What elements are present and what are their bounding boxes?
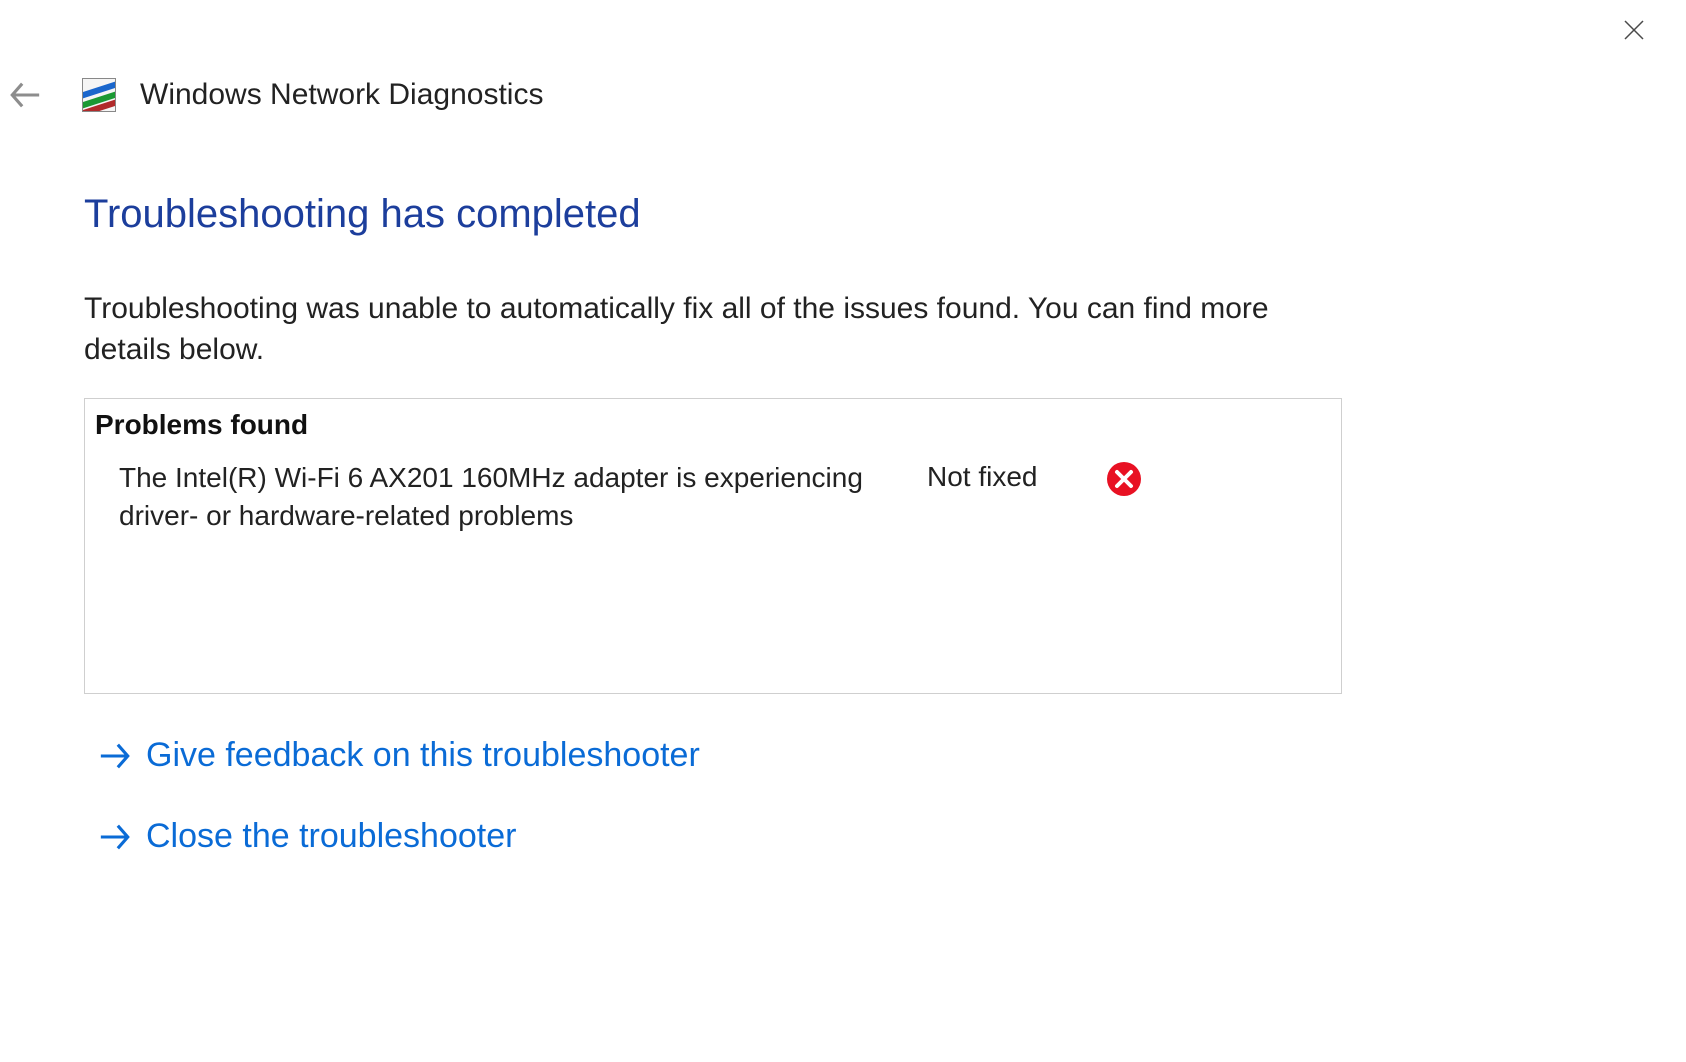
description-text: Troubleshooting was unable to automatica… [84, 289, 1346, 370]
problem-status: Not fixed [927, 459, 1088, 493]
problems-box: Problems found The Intel(R) Wi-Fi 6 AX20… [84, 398, 1342, 694]
arrow-right-icon [98, 739, 132, 773]
close-icon [1622, 18, 1646, 42]
back-button[interactable] [8, 78, 42, 112]
back-arrow-icon [8, 78, 42, 112]
give-feedback-label: Give feedback on this troubleshooter [146, 736, 700, 775]
close-button[interactable] [1622, 18, 1646, 42]
content-area: Troubleshooting has completed Troublesho… [84, 192, 1346, 868]
action-links: Give feedback on this troubleshooter Clo… [84, 724, 1346, 868]
arrow-right-icon [98, 820, 132, 854]
page-title: Troubleshooting has completed [84, 192, 1346, 237]
header: Windows Network Diagnostics [8, 78, 543, 112]
close-troubleshooter-label: Close the troubleshooter [146, 817, 516, 856]
close-troubleshooter-link[interactable]: Close the troubleshooter [84, 805, 1346, 868]
problem-row: The Intel(R) Wi-Fi 6 AX201 160MHz adapte… [85, 449, 1341, 545]
diagnostics-icon [82, 78, 116, 112]
problem-description: The Intel(R) Wi-Fi 6 AX201 160MHz adapte… [119, 459, 909, 535]
window-title: Windows Network Diagnostics [140, 78, 543, 112]
error-icon [1106, 461, 1142, 497]
problems-header: Problems found [85, 409, 1341, 449]
give-feedback-link[interactable]: Give feedback on this troubleshooter [84, 724, 1346, 787]
